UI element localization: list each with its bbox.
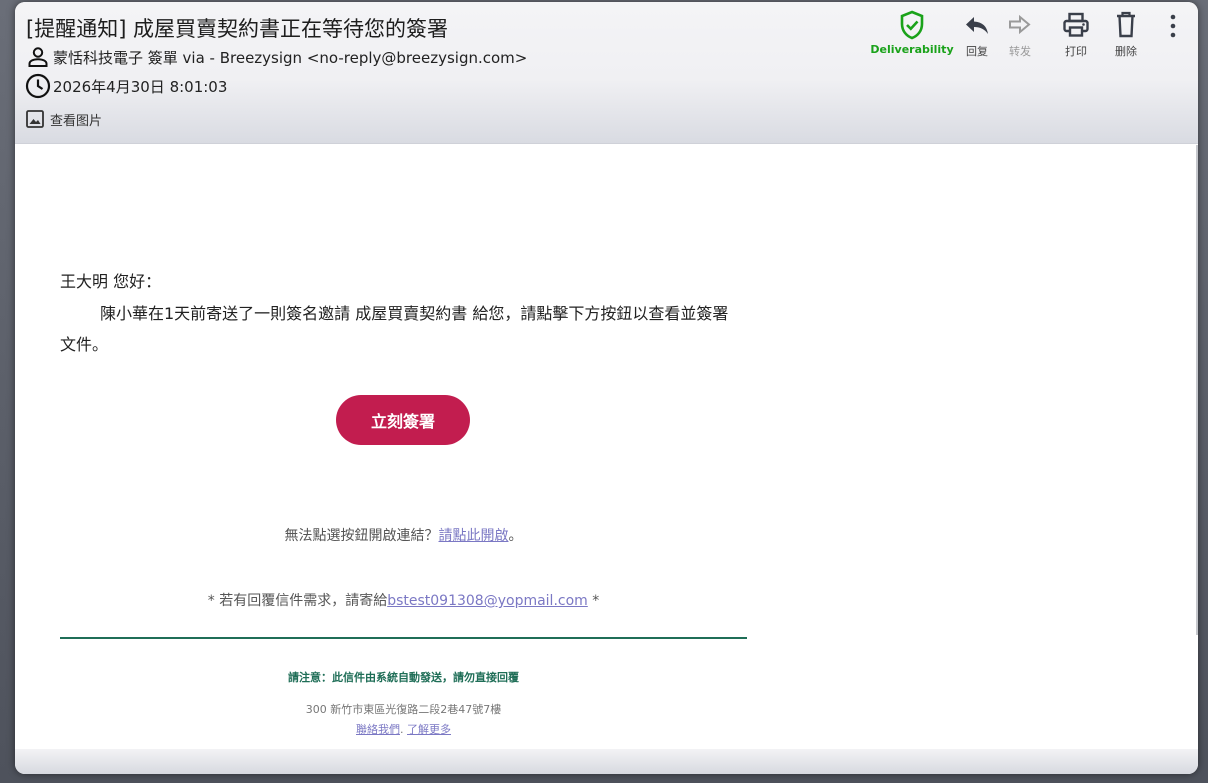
email-header: [提醒通知] 成屋買賣契約書正在等待您的簽署 蒙恬科技電子 簽單 via - B… [15, 2, 1198, 144]
reply-prefix: * 若有回覆信件需求，請寄給 [207, 593, 388, 609]
footer-links: 聯絡我們. 了解更多 [15, 721, 792, 737]
reply-icon [963, 10, 991, 40]
system-notice: 請注意：此信件由系統自動發送，請勿直接回覆 [288, 671, 519, 684]
delete-button[interactable]: 删除 [1108, 10, 1144, 59]
sender-row: 蒙恬科技電子 簽單 via - Breezysign <no-reply@bre… [25, 44, 527, 70]
forward-label: 转发 [1009, 45, 1031, 58]
reply-button[interactable]: 回复 [959, 10, 995, 59]
deliverability-label: Deliverability [870, 43, 954, 56]
fallback-line: 無法點選按鈕開啟連結？請點此開啟。 [15, 525, 792, 545]
reply-suffix: * [587, 593, 600, 609]
shield-check-icon [899, 10, 925, 40]
learn-more-link[interactable]: 了解更多 [407, 723, 451, 736]
date-row: 2026年4月30日 8:01:03 [25, 73, 227, 99]
print-button[interactable]: 打印 [1058, 10, 1094, 59]
forward-icon [1006, 10, 1034, 40]
person-icon [25, 44, 51, 70]
printer-icon [1061, 10, 1091, 40]
sign-now-button[interactable]: 立刻簽署 [336, 395, 470, 445]
view-images-label: 查看图片 [50, 113, 103, 129]
reply-email-link[interactable]: bstest091308@yopmail.com [387, 593, 588, 609]
deliverability-button[interactable]: Deliverability [870, 10, 954, 56]
contact-us-link[interactable]: 聯絡我們 [356, 723, 400, 736]
view-images-link[interactable]: 查看图片 [25, 109, 102, 129]
link-separator: . [400, 723, 407, 736]
sender-text: 蒙恬科技電子 簽單 via - Breezysign <no-reply@bre… [53, 48, 528, 67]
reply-line: * 若有回覆信件需求，請寄給bstest091308@yopmail.com * [15, 590, 792, 610]
more-options-button[interactable] [1158, 10, 1188, 40]
delete-label: 删除 [1115, 45, 1137, 58]
scrollbar[interactable] [1196, 145, 1198, 635]
print-label: 打印 [1065, 45, 1087, 58]
message-text: 陳小華在1天前寄送了一則簽名邀請 成屋買賣契約書 給您，請點擊下方按鈕以查看並簽… [60, 304, 729, 354]
greeting-text: 王大明 您好： [60, 272, 162, 291]
kebab-menu-icon [1163, 10, 1183, 40]
footer-divider [60, 637, 747, 639]
forward-button[interactable]: 转发 [1002, 10, 1038, 59]
date-text: 2026年4月30日 8:01:03 [53, 77, 228, 96]
open-link[interactable]: 請點此開啟 [439, 528, 509, 544]
fallback-text: 無法點選按鈕開啟連結？ [284, 528, 439, 544]
fallback-end: 。 [508, 528, 523, 544]
image-icon [25, 109, 45, 129]
email-body: 王大明 您好： 陳小華在1天前寄送了一則簽名邀請 成屋買賣契約書 給您，請點擊下… [15, 145, 1196, 749]
email-subject: [提醒通知] 成屋買賣契約書正在等待您的簽署 [26, 17, 449, 41]
trash-icon [1113, 10, 1139, 40]
email-window: [提醒通知] 成屋買賣契約書正在等待您的簽署 蒙恬科技電子 簽單 via - B… [15, 2, 1198, 774]
bottom-bar [15, 749, 1198, 774]
clock-icon [25, 73, 51, 99]
reply-label: 回复 [966, 45, 988, 58]
company-address: 300 新竹市東區光復路二段2巷47號7樓 [305, 703, 502, 716]
